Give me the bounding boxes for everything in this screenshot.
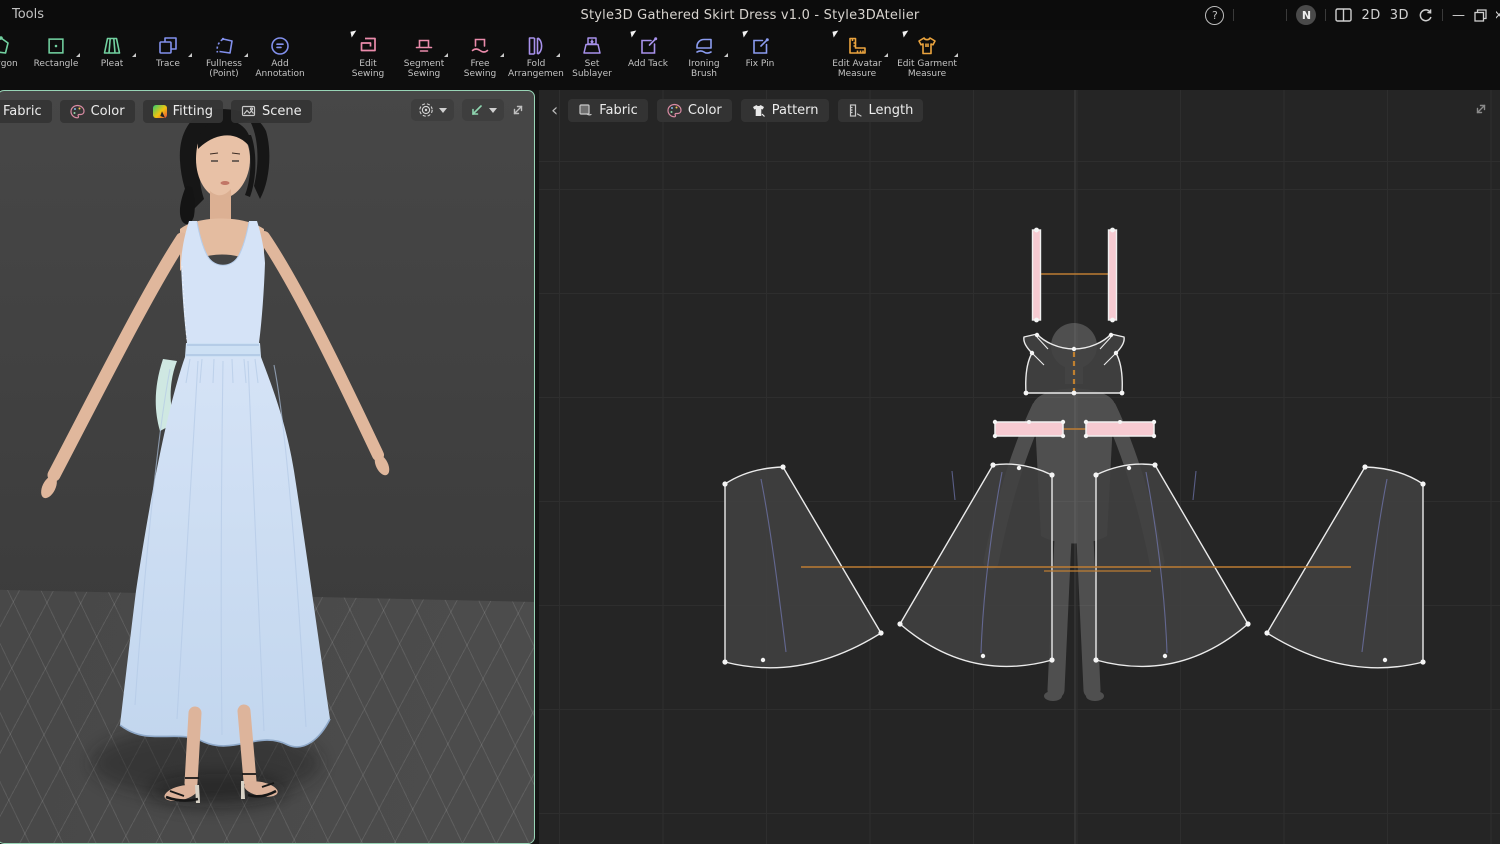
fitting-icon (152, 105, 167, 118)
pattern-shirt-icon (751, 103, 766, 118)
add-annotation-icon (268, 32, 292, 59)
tool-add-tack[interactable]: Add Tack (620, 30, 676, 69)
mode-2d-button[interactable]: 2D (1361, 8, 1380, 23)
fold-arrangement-icon (524, 32, 548, 59)
cursor-icon (902, 30, 910, 38)
pleat-icon (100, 32, 124, 59)
tools-toolbar: Polygon Rectangle Pleat Trace Fullness(P (0, 30, 1500, 90)
separator (1325, 9, 1327, 21)
mode-3d-button[interactable]: 3D (1390, 8, 1409, 23)
normal-display-button[interactable] (462, 99, 504, 121)
collapse-panel-icon[interactable]: ‹ (551, 101, 558, 119)
render-style-icon (418, 102, 434, 118)
separator (1442, 9, 1443, 21)
free-sewing-icon (468, 32, 492, 59)
edit-avatar-measure-icon (845, 32, 869, 59)
rectangle-icon (45, 32, 67, 59)
tool-fullness-point[interactable]: Fullness (Point) (196, 32, 252, 79)
separator (1233, 9, 1235, 21)
tool-pleat[interactable]: Pleat (84, 32, 140, 69)
tool-fold-arrangement[interactable]: Fold Arrangement (508, 32, 564, 79)
tool-edit-garment-measure[interactable]: Edit Garment Measure (892, 30, 962, 79)
color-icon (70, 104, 85, 119)
tab-pattern[interactable]: Pattern (740, 99, 829, 122)
titlebar: Tools Style3D Gathered Skirt Dress v1.0 … (0, 0, 1500, 30)
ironing-brush-icon (692, 32, 716, 59)
viewport3d-controls (411, 99, 504, 121)
viewport2d-tabs: ‹ Fabric Color Pattern Length (551, 99, 924, 122)
tab-color-2d[interactable]: Color (656, 99, 732, 122)
tool-segment-sewing[interactable]: Segment Sewing (396, 32, 452, 79)
split-view-icon[interactable] (1335, 8, 1353, 22)
skirt-panel-2[interactable] (899, 463, 1053, 668)
edit-sewing-icon (356, 32, 380, 59)
tool-polygon[interactable]: Polygon (0, 32, 28, 69)
fabric-icon (578, 103, 593, 118)
tool-fix-pin[interactable]: Fix Pin (732, 30, 788, 69)
tool-edit-avatar-measure[interactable]: Edit Avatar Measure (822, 30, 892, 79)
account-badge[interactable]: N (1296, 5, 1317, 25)
viewport-3d[interactable]: Fabric Color Fitting Scene (0, 90, 535, 844)
pattern-2d-canvas[interactable] (539, 90, 1500, 844)
viewport3d-tabs: Fabric Color Fitting Scene (0, 100, 312, 123)
window-title: Style3D Gathered Skirt Dress v1.0 - Styl… (580, 7, 920, 23)
render-style-button[interactable] (411, 99, 454, 121)
tab-fitting[interactable]: Fitting (142, 100, 224, 123)
length-ruler-icon (848, 103, 863, 118)
polygon-icon (0, 32, 12, 59)
skirt-panel-3[interactable] (1095, 463, 1249, 668)
expand-3d-icon[interactable] (511, 103, 525, 117)
restore-button[interactable] (1474, 8, 1487, 22)
chevron-down-icon (489, 107, 497, 113)
close-button[interactable]: × (1496, 8, 1500, 23)
add-tack-icon (636, 32, 660, 59)
fix-pin-icon (748, 32, 772, 59)
arrow-diagonal-icon (469, 103, 484, 118)
reset-view-icon[interactable] (1418, 8, 1433, 23)
separator (1286, 9, 1288, 21)
tab-color-3d[interactable]: Color (59, 100, 135, 123)
tab-fabric-3d[interactable]: Fabric (0, 100, 52, 123)
viewport-2d[interactable]: ‹ Fabric Color Pattern Length (539, 90, 1500, 844)
tool-trace[interactable]: Trace (140, 32, 196, 69)
tool-set-sublayer[interactable]: Set Sublayer (564, 32, 620, 79)
titlebar-controls: ? N 2D 3D — × (1205, 0, 1500, 30)
expand-2d-icon[interactable] (1474, 102, 1488, 116)
scene-icon (241, 104, 256, 119)
guide-lines (801, 566, 1351, 572)
avatar-dress-skirt (120, 357, 330, 747)
tool-free-sewing[interactable]: Free Sewing (452, 32, 508, 79)
tab-scene[interactable]: Scene (231, 100, 312, 123)
cursor-icon (832, 30, 840, 38)
segment-sewing-icon (412, 32, 436, 59)
edit-garment-measure-icon (915, 32, 939, 59)
chevron-down-icon (439, 107, 447, 113)
avatar-left-arm (47, 232, 189, 482)
style3d-atelier-window: Tools Style3D Gathered Skirt Dress v1.0 … (0, 0, 1500, 844)
tool-add-annotation[interactable]: Add Annotation (252, 32, 308, 79)
minimize-button[interactable]: — (1452, 8, 1465, 23)
main-workspace: Fabric Color Fitting Scene ‹ Fabric Colo… (0, 90, 1500, 844)
color-icon (667, 103, 682, 118)
tool-rectangle[interactable]: Rectangle (28, 32, 84, 69)
help-icon[interactable]: ? (1205, 5, 1225, 25)
tab-length[interactable]: Length (837, 99, 924, 122)
set-sublayer-icon (580, 32, 604, 59)
tool-edit-sewing[interactable]: Edit Sewing (340, 30, 396, 79)
trace-icon (156, 32, 180, 59)
tool-ironing-brush[interactable]: Ironing Brush (676, 32, 732, 79)
tab-fabric-2d[interactable]: Fabric (568, 99, 648, 122)
avatar-3d[interactable] (0, 91, 534, 843)
tools-menu-label: Tools (12, 7, 45, 22)
fullness-point-icon (212, 32, 236, 59)
